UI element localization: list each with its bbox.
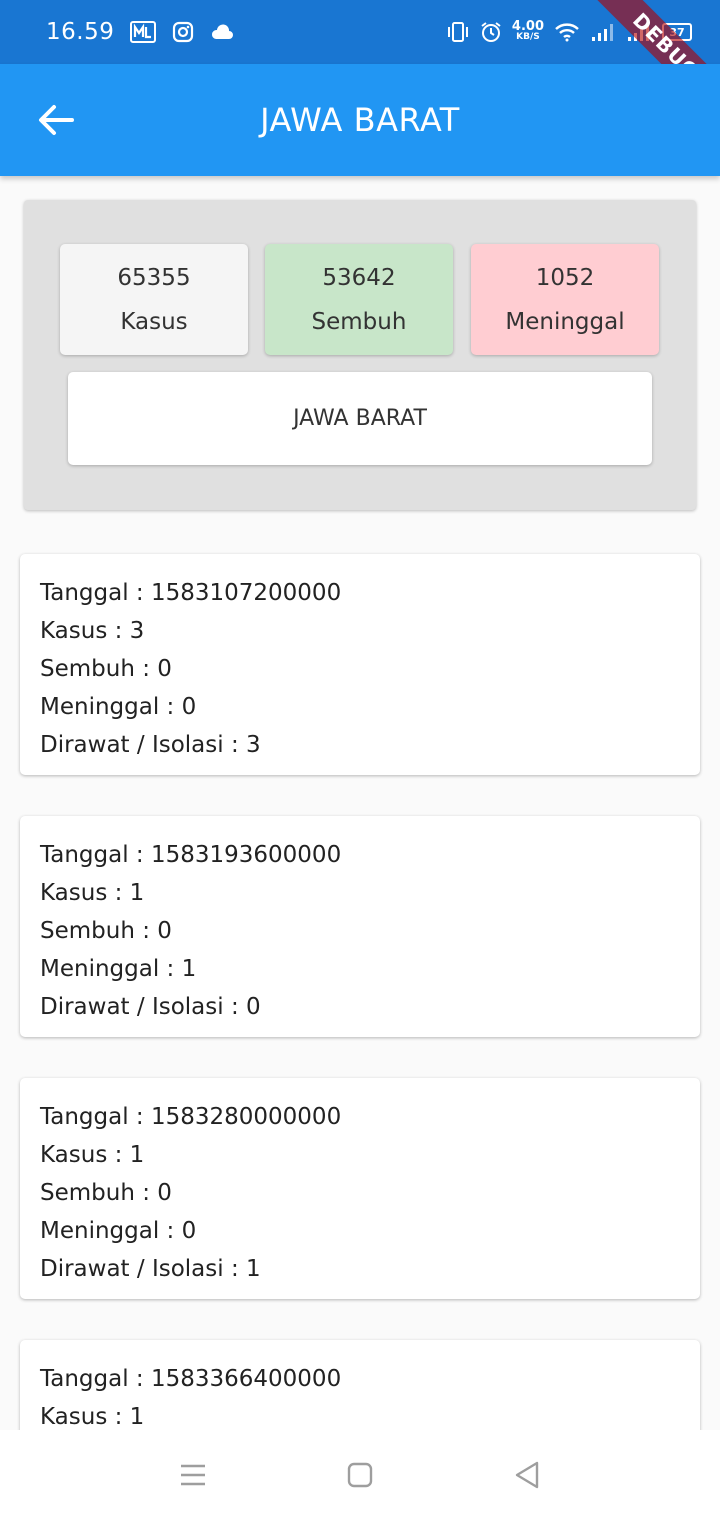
alarm-icon <box>480 21 502 43</box>
kasus-stat-card: 65355 Kasus <box>60 244 248 355</box>
record-dirawat: Dirawat / Isolasi : 3 <box>40 732 261 758</box>
sembuh-stat-card: 53642 Sembuh <box>265 244 453 355</box>
battery-icon: 37 <box>662 23 692 41</box>
instagram-icon <box>172 21 194 43</box>
record-tanggal: Tanggal : 1583280000000 <box>40 1104 342 1130</box>
record-tanggal: Tanggal : 1583366400000 <box>40 1366 342 1392</box>
cloud-icon <box>210 23 234 41</box>
record-card: Tanggal : 1583107200000 Kasus : 3 Sembuh… <box>20 554 700 775</box>
record-sembuh: Sembuh : 0 <box>40 918 172 944</box>
meninggal-value: 1052 <box>535 264 595 291</box>
status-time: 16.59 <box>46 19 115 45</box>
summary-panel: 65355 Kasus 53642 Sembuh 1052 Meninggal … <box>24 200 696 510</box>
recents-button[interactable] <box>163 1445 223 1505</box>
record-kasus: Kasus : 3 <box>40 618 145 644</box>
record-meninggal: Meninggal : 1 <box>40 956 197 982</box>
system-nav-bar <box>0 1430 720 1520</box>
status-bar: 16.59 4.00 KB/S 37 <box>0 0 720 64</box>
kasus-label: Kasus <box>120 308 188 335</box>
record-dirawat: Dirawat / Isolasi : 1 <box>40 1256 261 1282</box>
back-button[interactable] <box>36 100 76 140</box>
app-bar: JAWA BARAT <box>0 64 720 176</box>
signal-icon <box>590 22 616 42</box>
vibrate-icon <box>446 21 470 43</box>
region-button[interactable]: JAWA BARAT <box>68 372 652 465</box>
ml-app-icon <box>130 21 157 43</box>
record-meninggal: Meninggal : 0 <box>40 1218 197 1244</box>
meninggal-label: Meninggal <box>505 308 625 335</box>
meninggal-stat-card: 1052 Meninggal <box>471 244 659 355</box>
sembuh-value: 53642 <box>322 264 396 291</box>
record-tanggal: Tanggal : 1583107200000 <box>40 580 342 606</box>
menu-icon <box>181 1464 206 1486</box>
net-speed-value: 4.00 <box>511 19 544 34</box>
triangle-back-icon <box>515 1461 538 1489</box>
record-card: Tanggal : 1583193600000 Kasus : 1 Sembuh… <box>20 816 700 1037</box>
net-speed: 4.00 KB/S <box>511 19 544 42</box>
back-nav-button[interactable] <box>497 1445 557 1505</box>
wifi-icon <box>554 22 580 42</box>
arrow-back-icon <box>39 105 74 135</box>
page-title: JAWA BARAT <box>260 101 460 139</box>
record-meninggal: Meninggal : 0 <box>40 694 197 720</box>
signal-icon <box>626 22 652 42</box>
square-icon <box>347 1462 373 1488</box>
kasus-value: 65355 <box>117 264 191 291</box>
record-card: Tanggal : 1583280000000 Kasus : 1 Sembuh… <box>20 1078 700 1299</box>
status-left: 16.59 <box>46 19 234 45</box>
record-sembuh: Sembuh : 0 <box>40 656 172 682</box>
record-kasus: Kasus : 1 <box>40 1142 145 1168</box>
status-right: 4.00 KB/S 37 <box>446 19 692 43</box>
record-kasus: Kasus : 1 <box>40 880 145 906</box>
record-sembuh: Sembuh : 0 <box>40 1180 172 1206</box>
record-dirawat: Dirawat / Isolasi : 0 <box>40 994 261 1020</box>
home-button[interactable] <box>330 1445 390 1505</box>
net-speed-unit: KB/S <box>516 32 540 42</box>
sembuh-label: Sembuh <box>311 308 407 335</box>
record-tanggal: Tanggal : 1583193600000 <box>40 842 342 868</box>
